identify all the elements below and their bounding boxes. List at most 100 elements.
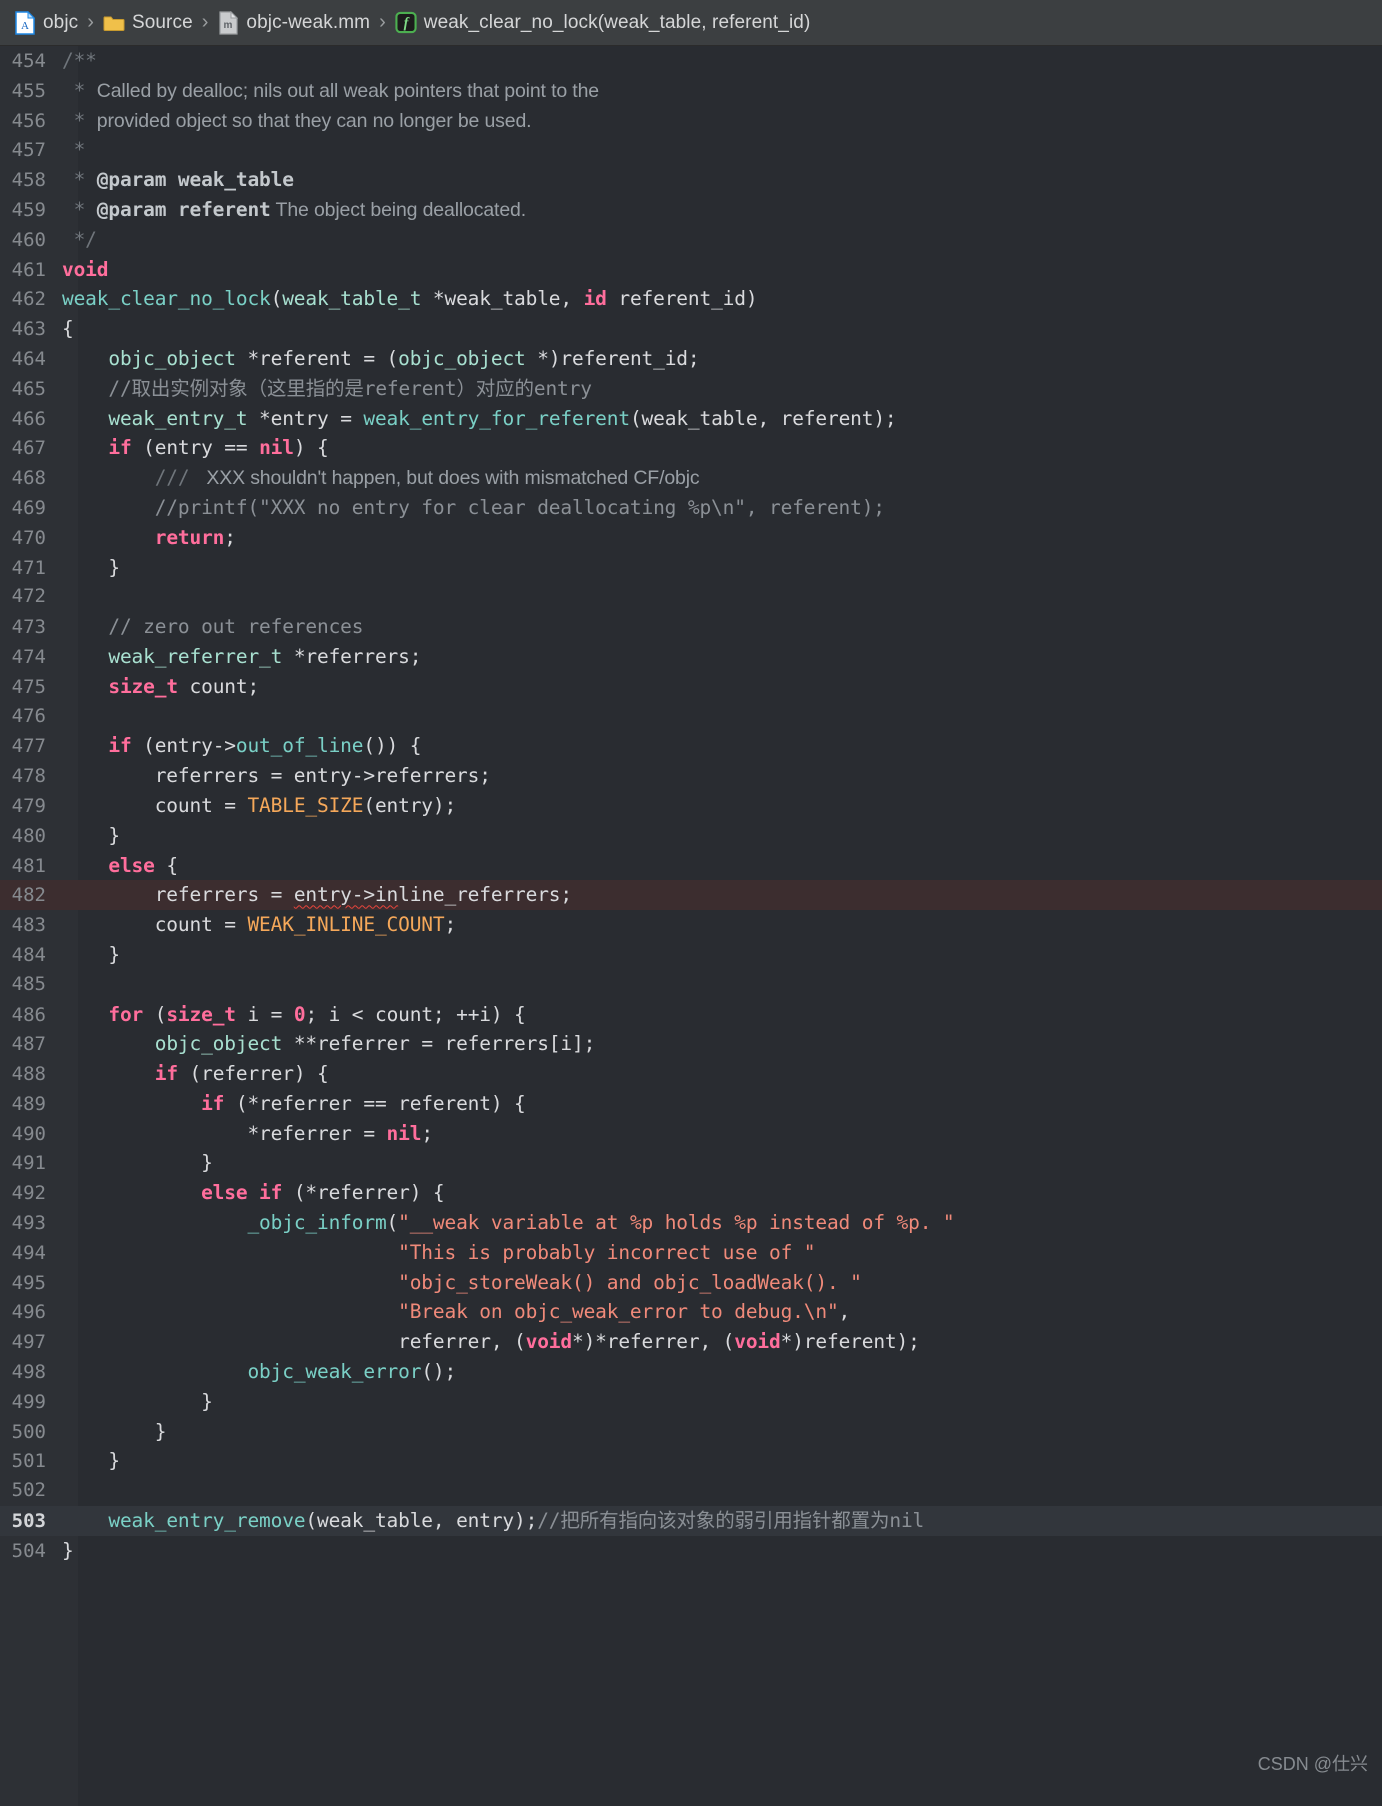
code-line[interactable]: 460 */ [0, 225, 1382, 255]
line-number: 485 [11, 972, 46, 995]
code-line[interactable]: 479 count = TABLE_SIZE(entry); [0, 791, 1382, 821]
code-line[interactable]: 499 } [0, 1387, 1382, 1417]
breadcrumb-item-source[interactable]: Source [99, 9, 197, 37]
code-line[interactable]: 485 [0, 970, 1382, 1000]
code-token: Called by dealloc; nils out all weak poi… [96, 79, 599, 102]
code-token: else if [201, 1181, 283, 1205]
code-line[interactable]: 472 [0, 582, 1382, 612]
code-token: * [62, 197, 97, 221]
code-line[interactable]: 487 objc_object **referrer = referrers[i… [0, 1029, 1382, 1059]
code-token: } [62, 555, 120, 579]
breadcrumb-item-objc[interactable]: A objc [10, 9, 82, 37]
code-line[interactable]: 455 * Called by dealloc; nils out all we… [0, 76, 1382, 106]
code-line[interactable]: 494 "This is probably incorrect use of " [0, 1238, 1382, 1268]
code-line[interactable]: 488 if (referrer) { [0, 1059, 1382, 1089]
code-line[interactable]: 498 objc_weak_error(); [0, 1357, 1382, 1387]
code-line[interactable]: 458 * @param weak_table [0, 165, 1382, 195]
line-number: 503 [11, 1510, 46, 1533]
code-line[interactable]: 468 /// XXX shouldn't happen, but does w… [0, 463, 1382, 493]
code-line-text: if (entry->out_of_line()) { [62, 731, 1382, 761]
code-line[interactable]: 467 if (entry == nil) { [0, 433, 1382, 463]
breadcrumb-item-function[interactable]: f weak_clear_no_lock(weak_table, referen… [391, 9, 815, 37]
code-line[interactable]: 489 if (*referrer == referent) { [0, 1089, 1382, 1119]
code-line[interactable]: 457 * [0, 135, 1382, 165]
code-line-text: for (size_t i = 0; i < count; ++i) { [62, 1000, 1382, 1030]
code-line[interactable]: 484 } [0, 940, 1382, 970]
code-line[interactable]: 503 weak_entry_remove(weak_table, entry)… [0, 1506, 1382, 1536]
code-line[interactable]: 478 referrers = entry->referrers; [0, 761, 1382, 791]
code-line[interactable]: 486 for (size_t i = 0; i < count; ++i) { [0, 1000, 1382, 1030]
code-line-text: } [62, 821, 1382, 851]
code-token: size_t [108, 674, 178, 698]
code-line[interactable]: 470 return; [0, 523, 1382, 553]
code-line[interactable]: 477 if (entry->out_of_line()) { [0, 731, 1382, 761]
code-line[interactable]: 471 } [0, 553, 1382, 583]
code-line[interactable]: 482 referrers = entry->inline_referrers; [0, 880, 1382, 911]
code-token: **referrer = referrers[i]; [282, 1032, 596, 1056]
code-token: */ [62, 227, 97, 251]
code-token: count = [62, 793, 248, 817]
code-line[interactable]: 464 objc_object *referent = (objc_object… [0, 344, 1382, 374]
code-line-text: weak_entry_remove(weak_table, entry);//把… [62, 1506, 1382, 1536]
code-token: * [62, 78, 97, 102]
code-line[interactable]: 461 void [0, 255, 1382, 285]
line-number: 470 [11, 526, 46, 549]
code-line[interactable]: 480 } [0, 821, 1382, 851]
code-line[interactable]: 497 referrer, (void*)*referrer, (void*)r… [0, 1327, 1382, 1357]
code-line[interactable]: 462 weak_clear_no_lock(weak_table_t *weak… [0, 284, 1382, 314]
code-token: line_referrers; [398, 883, 572, 907]
code-line[interactable]: 483 count = WEAK_INLINE_COUNT; [0, 910, 1382, 940]
code-line[interactable]: 491 } [0, 1148, 1382, 1178]
code-line[interactable]: 456 * provided object so that they can n… [0, 106, 1382, 136]
code-content[interactable]: 454 /** 455 * Called by dealloc; nils out … [0, 46, 1382, 1566]
code-line[interactable]: 469 //printf("XXX no entry for clear dea… [0, 493, 1382, 523]
code-line-text: /** [62, 46, 1382, 76]
code-token: "Break on objc_weak_error to debug.\n" [398, 1300, 839, 1324]
code-token: else [108, 853, 155, 877]
code-line[interactable]: 493 _objc_inform("__weak variable at %p … [0, 1208, 1382, 1238]
code-token: weak_entry_t [108, 406, 248, 430]
code-token: { [62, 317, 74, 341]
code-line[interactable]: 459 * @param referent The object being d… [0, 195, 1382, 225]
breadcrumb-item-objc-weak-mm[interactable]: m objc-weak.mm [213, 9, 374, 37]
code-line[interactable]: 495 "objc_storeWeak() and objc_loadWeak(… [0, 1268, 1382, 1298]
code-line[interactable]: 492 else if (*referrer) { [0, 1178, 1382, 1208]
line-number: 501 [11, 1450, 46, 1473]
line-number: 476 [11, 704, 46, 727]
line-number: 491 [11, 1152, 46, 1175]
code-line[interactable]: 481 else { [0, 851, 1382, 881]
code-editor[interactable]: 454 /** 455 * Called by dealloc; nils out … [0, 46, 1382, 1806]
code-line-text: /// XXX shouldn't happen, but does with … [62, 463, 1382, 494]
code-token: (referrer) { [177, 1062, 329, 1086]
code-token: @param referent [96, 197, 271, 221]
code-token: } [62, 1538, 74, 1562]
code-token: weak_entry_remove [108, 1509, 306, 1533]
code-token: (weak_table, referent); [629, 406, 897, 430]
code-line[interactable]: 454 /** [0, 46, 1382, 76]
code-line-text: { [62, 314, 1382, 344]
code-line[interactable]: 475 size_t count; [0, 672, 1382, 702]
line-number: 487 [11, 1033, 46, 1056]
code-token: if [108, 734, 132, 758]
code-line[interactable]: 504} [0, 1536, 1382, 1566]
code-line[interactable]: 500 } [0, 1417, 1382, 1447]
code-token: objc_weak_error [247, 1360, 422, 1384]
code-line[interactable]: 465 //取出实例对象（这里指的是referent）对应的entry [0, 374, 1382, 404]
code-line[interactable]: 490 *referrer = nil; [0, 1119, 1382, 1149]
code-line-text: weak_clear_no_lock(weak_table_t *weak_ta… [62, 284, 1382, 314]
code-line[interactable]: 476 [0, 702, 1382, 732]
code-line[interactable]: 474 weak_referrer_t *referrers; [0, 642, 1382, 672]
function-symbol-icon: f [395, 11, 417, 35]
code-line[interactable]: 501 } [0, 1446, 1382, 1476]
line-number: 454 [11, 50, 46, 72]
code-line[interactable]: 473 // zero out references [0, 612, 1382, 642]
code-line[interactable]: 496 "Break on objc_weak_error to debug.\… [0, 1297, 1382, 1327]
code-line[interactable]: 502 [0, 1476, 1382, 1506]
code-line[interactable]: 466 weak_entry_t *entry = weak_entry_for… [0, 404, 1382, 434]
code-line[interactable]: 463 { [0, 314, 1382, 344]
code-line-text: } [62, 1446, 1382, 1476]
code-token: (entry-> [131, 734, 236, 758]
